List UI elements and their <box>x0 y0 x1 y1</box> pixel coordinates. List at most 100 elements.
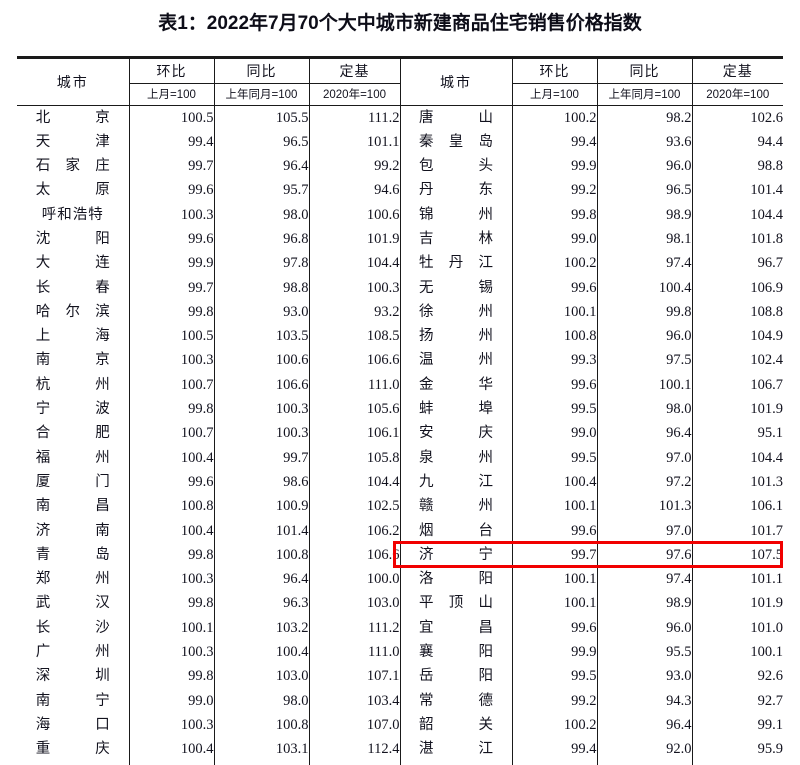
cell-dingji-left: 106.6 <box>309 542 401 568</box>
cell-huanbi-left: 100.8 <box>129 494 215 519</box>
table-head: 城市 环比 同比 定基 城市 环比 同比 定基 上月=100 上年同月=100 … <box>17 59 783 106</box>
col-basis-tongbi-right: 上年同月=100 <box>597 83 693 106</box>
table-row: 南昌 100.8 100.9 102.5 赣州 100.1 101.3 106.1 <box>17 494 783 519</box>
cell-huanbi-left: 100.5 <box>129 105 215 130</box>
cell-dingji-right: 96.7 <box>757 255 783 272</box>
cell-city-right: 济宁 <box>400 542 513 568</box>
cell-tongbi-left: 96.4 <box>214 567 310 592</box>
city-name: 南京 <box>35 352 110 369</box>
cell-dingji-right: 92.6 <box>757 668 783 685</box>
cell-dingji-right: 98.8 <box>757 158 783 175</box>
table-row: 哈尔滨 99.8 93.0 93.2 徐州 100.1 99.8 108.8 <box>17 299 783 325</box>
cell-huanbi-left: 99.6 <box>129 178 215 203</box>
cell-huanbi-left: 100.4 <box>129 518 215 543</box>
city-name: 长沙 <box>35 619 110 636</box>
city-name: 常德 <box>419 692 493 709</box>
cell-tongbi-left: 106.6 <box>214 372 310 398</box>
cell-tongbi-right: 93.0 <box>597 664 693 689</box>
table-row: 武汉 99.8 96.3 103.0 平顶山 100.1 98.9 101.9 <box>17 591 783 616</box>
cell-tongbi-right: 100.1 <box>597 372 693 398</box>
page-root: 表1：2022年7月70个大中城市新建商品住宅销售价格指数 城市 环比 同比 定… <box>0 0 800 765</box>
cell-dingji-left: 111.2 <box>309 105 401 130</box>
table-row: 长沙 100.1 103.2 111.2 宜昌 99.6 96.0 101.0 <box>17 615 783 641</box>
cell-tongbi-left: 103.1 <box>214 737 310 762</box>
table-row: 广州 100.3 100.4 111.0 襄阳 99.9 95.5 100.1 <box>17 640 783 665</box>
table-row: 太原 99.6 95.7 94.6 丹东 99.2 96.5 101.4 <box>17 178 783 203</box>
cell-city-left: 上海 <box>17 324 130 349</box>
table-row: 青岛 99.8 100.8 106.6 济宁 99.7 97.6 107.5 <box>17 542 783 568</box>
col-header-city-left: 城市 <box>17 59 130 106</box>
cell-huanbi-right: 99.5 <box>512 664 598 689</box>
cell-tongbi-right: 97.4 <box>597 567 693 592</box>
cell-tongbi-right: 92.0 <box>597 737 693 762</box>
cell-huanbi-left: 99.8 <box>129 591 215 616</box>
city-name: 天津 <box>35 133 110 150</box>
city-name: 锦州 <box>419 206 493 223</box>
cell-dingji-left: 106.6 <box>309 348 401 373</box>
cell-tongbi-left: 95.7 <box>214 178 310 203</box>
city-name: 郑州 <box>35 571 110 588</box>
cell-tongbi-right: 101.3 <box>597 494 693 519</box>
city-name: 湛江 <box>419 741 493 758</box>
city-name: 蚌埠 <box>419 401 493 418</box>
city-name: 广州 <box>35 644 110 661</box>
cell-city-left: 重庆 <box>17 737 130 762</box>
cell-city-right: 烟台 <box>400 518 513 543</box>
cell-city-left: 南宁 <box>17 688 130 713</box>
table-row: 天津 99.4 96.5 101.1 秦皇岛 99.4 93.6 94.4 <box>17 129 783 155</box>
price-index-table: 城市 环比 同比 定基 城市 环比 同比 定基 上月=100 上年同月=100 … <box>17 59 783 765</box>
cell-tongbi-left: 98.8 <box>214 275 310 300</box>
cell-dingji-right: 95.9 <box>757 741 783 758</box>
cell-huanbi-right: 99.6 <box>512 518 598 543</box>
cell-city-left: 宁波 <box>17 397 130 422</box>
city-name: 合肥 <box>35 425 110 442</box>
city-name: 惠州 <box>419 762 493 765</box>
cell-dingji-left: 100.0 <box>309 567 401 592</box>
cell-huanbi-left: 99.8 <box>129 397 215 422</box>
cell-tongbi-right: 97.9 <box>597 761 693 765</box>
col-header-huanbi-left: 环比 <box>129 59 215 84</box>
cell-huanbi-left: 99.9 <box>129 251 215 276</box>
table-row: 厦门 99.6 98.6 104.4 九江 100.4 97.2 101.3 <box>17 469 783 495</box>
cell-city-left: 福州 <box>17 445 130 470</box>
city-name: 包头 <box>419 158 493 175</box>
cell-dingji-right: 101.3 <box>750 473 783 490</box>
cell-tongbi-left: 96.8 <box>214 226 310 252</box>
cell-dingji-left: 112.4 <box>309 737 401 762</box>
cell-city-left: 呼和浩特 <box>17 202 130 227</box>
city-name: 襄阳 <box>419 644 493 661</box>
cell-city-left: 广州 <box>17 640 130 665</box>
cell-huanbi-right: 99.0 <box>512 421 598 446</box>
cell-dingji-left: 99.2 <box>309 154 401 179</box>
col-header-dingji-left: 定基 <box>309 59 401 84</box>
cell-dingji-right: 101.1 <box>750 571 783 588</box>
cell-dingji-right: 101.9 <box>750 595 783 612</box>
cell-huanbi-right: 99.5 <box>512 397 598 422</box>
cell-city-right: 惠州 <box>400 761 513 765</box>
cell-dingji-right: 103.5 <box>692 762 783 765</box>
cell-city-left: 南京 <box>17 348 130 373</box>
cell-dingji-left: 107.1 <box>309 664 401 689</box>
cell-dingji-left: 100.6 <box>309 202 401 227</box>
cell-dingji-left: 104.4 <box>309 251 401 276</box>
cell-city-right: 包头 <box>400 154 513 179</box>
cell-huanbi-right: 99.6 <box>512 372 598 398</box>
cell-tongbi-right: 96.0 <box>597 324 693 349</box>
cell-huanbi-right: 99.0 <box>512 226 598 252</box>
table-row: 郑州 100.3 96.4 100.0 洛阳 100.1 97.4 101.1 <box>17 567 783 592</box>
city-name: 南宁 <box>35 692 110 709</box>
cell-city-left: 海口 <box>17 712 130 738</box>
cell-huanbi-left: 99.8 <box>129 664 215 689</box>
cell-city-right: 徐州 <box>400 299 513 325</box>
city-name: 九江 <box>419 473 493 490</box>
col-header-tongbi-left: 同比 <box>214 59 310 84</box>
cell-city-left: 厦门 <box>17 469 130 495</box>
cell-tongbi-left: 100.8 <box>214 712 310 738</box>
cell-dingji-right: 104.4 <box>750 449 783 466</box>
cell-huanbi-left: 99.7 <box>129 275 215 300</box>
cell-huanbi-left: 100.4 <box>129 737 215 762</box>
cell-dingji-right: 101.7 <box>750 522 783 539</box>
cell-city-right: 韶关 <box>400 712 513 738</box>
city-name: 呼和浩特 <box>41 206 104 223</box>
cell-dingji-right: 106.7 <box>750 376 783 393</box>
